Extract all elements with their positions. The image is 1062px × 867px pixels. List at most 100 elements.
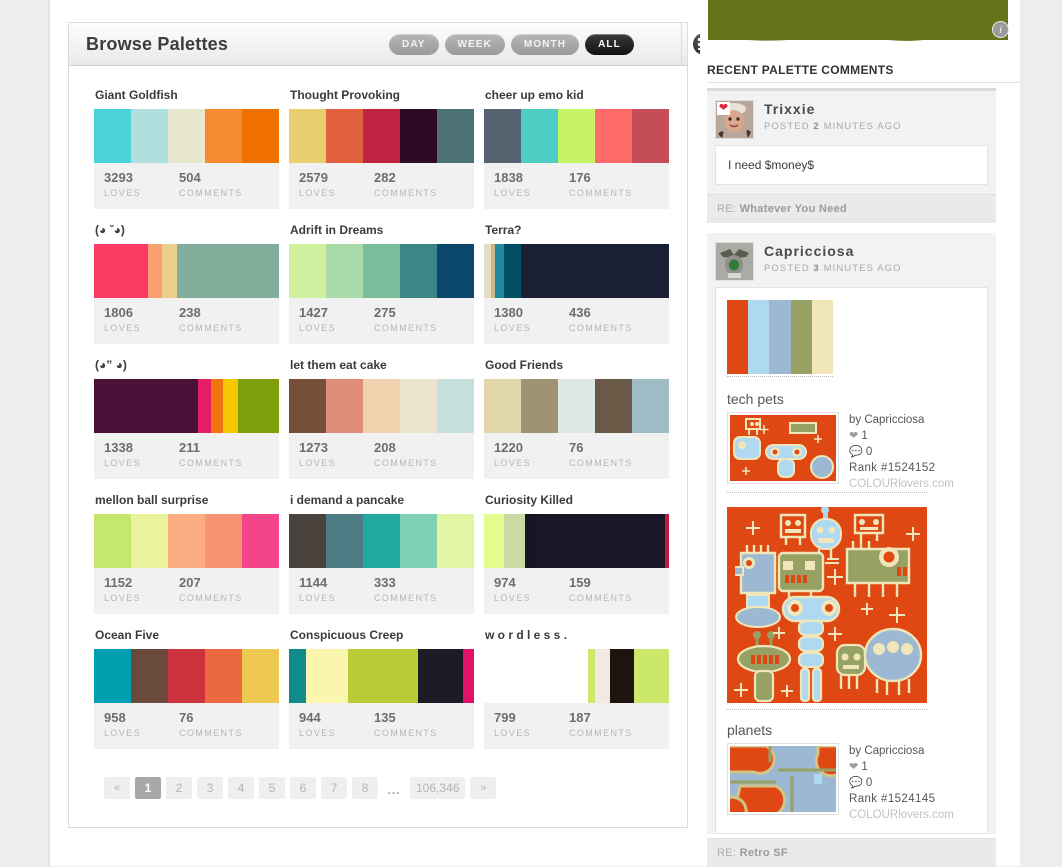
re-label: RE: (717, 847, 737, 859)
loves-label: LOVES (494, 728, 532, 738)
palette-swatch-strip[interactable] (289, 649, 474, 703)
palette-stats: 1838 LOVES 176 COMMENTS (484, 163, 669, 209)
palette-title[interactable]: Terra? (485, 223, 669, 238)
palette-title[interactable]: w o r d l e s s . (485, 628, 669, 643)
palette-swatch-strip[interactable] (484, 109, 669, 163)
palette-swatch-strip[interactable] (94, 649, 279, 703)
pagination-last-page[interactable]: 106,346 (410, 777, 466, 799)
loves-label: LOVES (104, 593, 142, 603)
pattern-site: COLOURlovers.com (849, 809, 954, 821)
info-icon[interactable]: i (992, 21, 1009, 38)
comments-count: 333 (374, 575, 396, 590)
palette-swatch-strip[interactable] (94, 109, 279, 163)
palette-swatch-strip[interactable] (289, 379, 474, 433)
loves-label: LOVES (299, 188, 337, 198)
palette-swatch-strip[interactable] (484, 514, 669, 568)
pagination-next[interactable]: » (470, 777, 497, 799)
range-tab-week[interactable]: WEEK (444, 34, 505, 55)
pattern-author[interactable]: by Capricciosa (849, 743, 954, 759)
palette-swatch (400, 244, 437, 298)
comments-stat: 76 COMMENTS (179, 710, 243, 738)
palette-swatch-strip[interactable] (94, 379, 279, 433)
palette-swatch-strip[interactable] (289, 244, 474, 298)
loves-stat: 944 LOVES (299, 710, 336, 738)
loves-stat: 1144 LOVES (299, 575, 336, 603)
range-tab-all[interactable]: ALL (585, 34, 634, 55)
loves-count: 974 (494, 575, 516, 590)
palette-title[interactable]: (◕” ◕) (95, 358, 279, 373)
palette-swatch (94, 379, 198, 433)
pagination-page-7[interactable]: 7 (321, 777, 347, 799)
comment-timestamp: POSTED 2 MINUTES AGO (764, 121, 902, 132)
palette-swatch-strip[interactable] (94, 514, 279, 568)
pattern-thumbnail-planets[interactable] (727, 743, 839, 815)
avatar[interactable] (715, 242, 754, 281)
pagination-page-4[interactable]: 4 (228, 777, 254, 799)
palette-stats: 958 LOVES 76 COMMENTS (94, 703, 279, 749)
palette-title[interactable]: cheer up emo kid (485, 88, 669, 103)
comments-label: COMMENTS (374, 323, 438, 333)
palette-swatch (242, 514, 279, 568)
palette-title[interactable]: Giant Goldfish (95, 88, 279, 103)
palette-title[interactable]: Thought Provoking (290, 88, 474, 103)
palette-row: mellon ball surprise 1152 LOVES 207 COMMENTS… (94, 493, 669, 614)
palette-swatch-strip[interactable] (484, 379, 669, 433)
heart-icon: ❤ (849, 430, 859, 442)
pattern-thumbnail-tech-pets[interactable] (727, 412, 839, 484)
palette-swatch (462, 649, 474, 703)
pagination-page-5[interactable]: 5 (259, 777, 285, 799)
range-tab-month[interactable]: MONTH (510, 34, 580, 55)
palette-title[interactable]: (◕ ˇ◕) (95, 223, 279, 238)
palette-row: Giant Goldfish 3293 LOVES 504 COMMENTS Though… (94, 88, 669, 209)
palette-swatch-strip[interactable] (484, 244, 669, 298)
posted-suffix: MINUTES AGO (823, 263, 902, 274)
comments-count: 282 (374, 170, 396, 185)
palette-swatch (326, 514, 363, 568)
comments-label: COMMENTS (569, 728, 633, 738)
comment-reference[interactable]: RE: Retro SF (707, 838, 996, 867)
avatar[interactable]: ❤ (715, 100, 754, 139)
pagination-page-3[interactable]: 3 (197, 777, 223, 799)
pagination-page-2[interactable]: 2 (166, 777, 192, 799)
comments-stat: 211 COMMENTS (179, 440, 243, 468)
pagination-page-1[interactable]: 1 (135, 777, 161, 799)
palette-swatch (633, 649, 669, 703)
pagination-prev[interactable]: « (104, 777, 130, 799)
comments-count: 187 (569, 710, 591, 725)
range-tab-day[interactable]: DAY (389, 34, 439, 55)
palette-swatch (437, 109, 474, 163)
palette-title[interactable]: Good Friends (485, 358, 669, 373)
pattern-preview-large[interactable] (727, 507, 927, 703)
palette-card: Curiosity Killed 974 LOVES 159 COMMENTS (484, 493, 669, 614)
palette-title[interactable]: mellon ball surprise (95, 493, 279, 508)
pagination: «1 2 3 4 5 6 7 8... 106,346» (94, 763, 662, 817)
palette-title[interactable]: Conspicuous Creep (290, 628, 474, 643)
palette-stats: 3293 LOVES 504 COMMENTS (94, 163, 279, 209)
palette-title[interactable]: Adrift in Dreams (290, 223, 474, 238)
palette-swatch (177, 244, 200, 298)
pattern-title[interactable]: tech pets (727, 391, 976, 407)
comment-author[interactable]: Capricciosa (764, 243, 902, 259)
palette-title[interactable]: i demand a pancake (290, 493, 474, 508)
header-divider (681, 23, 682, 66)
loves-stat: 1380 LOVES (494, 305, 531, 333)
pagination-page-6[interactable]: 6 (290, 777, 316, 799)
pagination-page-8[interactable]: 8 (352, 777, 378, 799)
palette-swatch (326, 379, 363, 433)
pattern-title[interactable]: planets (727, 722, 976, 738)
comment-reference[interactable]: RE: Whatever You Need (707, 194, 996, 223)
palette-stats: 2579 LOVES 282 COMMENTS (289, 163, 474, 209)
palette-swatch-strip[interactable] (289, 514, 474, 568)
comment-author[interactable]: Trixxie (764, 101, 902, 117)
palette-swatch-strip[interactable] (94, 244, 279, 298)
palette-swatch-strip[interactable] (484, 649, 669, 703)
palette-title[interactable]: Curiosity Killed (485, 493, 669, 508)
palette-title[interactable]: let them eat cake (290, 358, 474, 373)
comment-bubble-icon: 💬 (849, 777, 863, 789)
mini-palette-strip[interactable] (727, 300, 833, 374)
pattern-loves: ❤ 1 (849, 759, 954, 775)
palette-swatch-strip[interactable] (289, 109, 474, 163)
palette-title[interactable]: Ocean Five (95, 628, 279, 643)
pattern-author[interactable]: by Capricciosa (849, 412, 954, 428)
palette-card: (◕” ◕) 1338 LOVES 211 COMMENTS (94, 358, 279, 479)
